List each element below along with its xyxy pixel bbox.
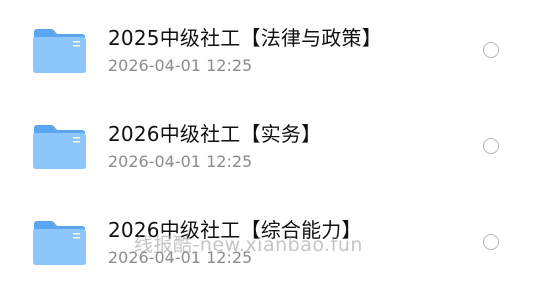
file-name: 2026中级社工【综合能力】 xyxy=(108,218,362,242)
folder-icon xyxy=(32,28,87,74)
file-row[interactable]: 2026中级社工【实务】 2026-04-01 12:25 xyxy=(0,100,540,196)
file-date: 2026-04-01 12:25 xyxy=(108,248,253,267)
file-row[interactable]: 2026中级社工【综合能力】 2026-04-01 12:25 xyxy=(0,196,540,291)
file-list: 2025中级社工【法律与政策】 2026-04-01 12:25 2026中级社… xyxy=(0,0,540,291)
select-radio[interactable] xyxy=(483,42,499,58)
file-name: 2026中级社工【实务】 xyxy=(108,122,322,146)
folder-icon xyxy=(32,124,87,170)
folder-icon xyxy=(32,220,87,266)
file-name: 2025中级社工【法律与政策】 xyxy=(108,26,382,50)
select-radio[interactable] xyxy=(483,234,499,250)
file-date: 2026-04-01 12:25 xyxy=(108,152,253,171)
select-radio[interactable] xyxy=(483,138,499,154)
file-date: 2026-04-01 12:25 xyxy=(108,56,253,75)
file-row[interactable]: 2025中级社工【法律与政策】 2026-04-01 12:25 xyxy=(0,4,540,100)
